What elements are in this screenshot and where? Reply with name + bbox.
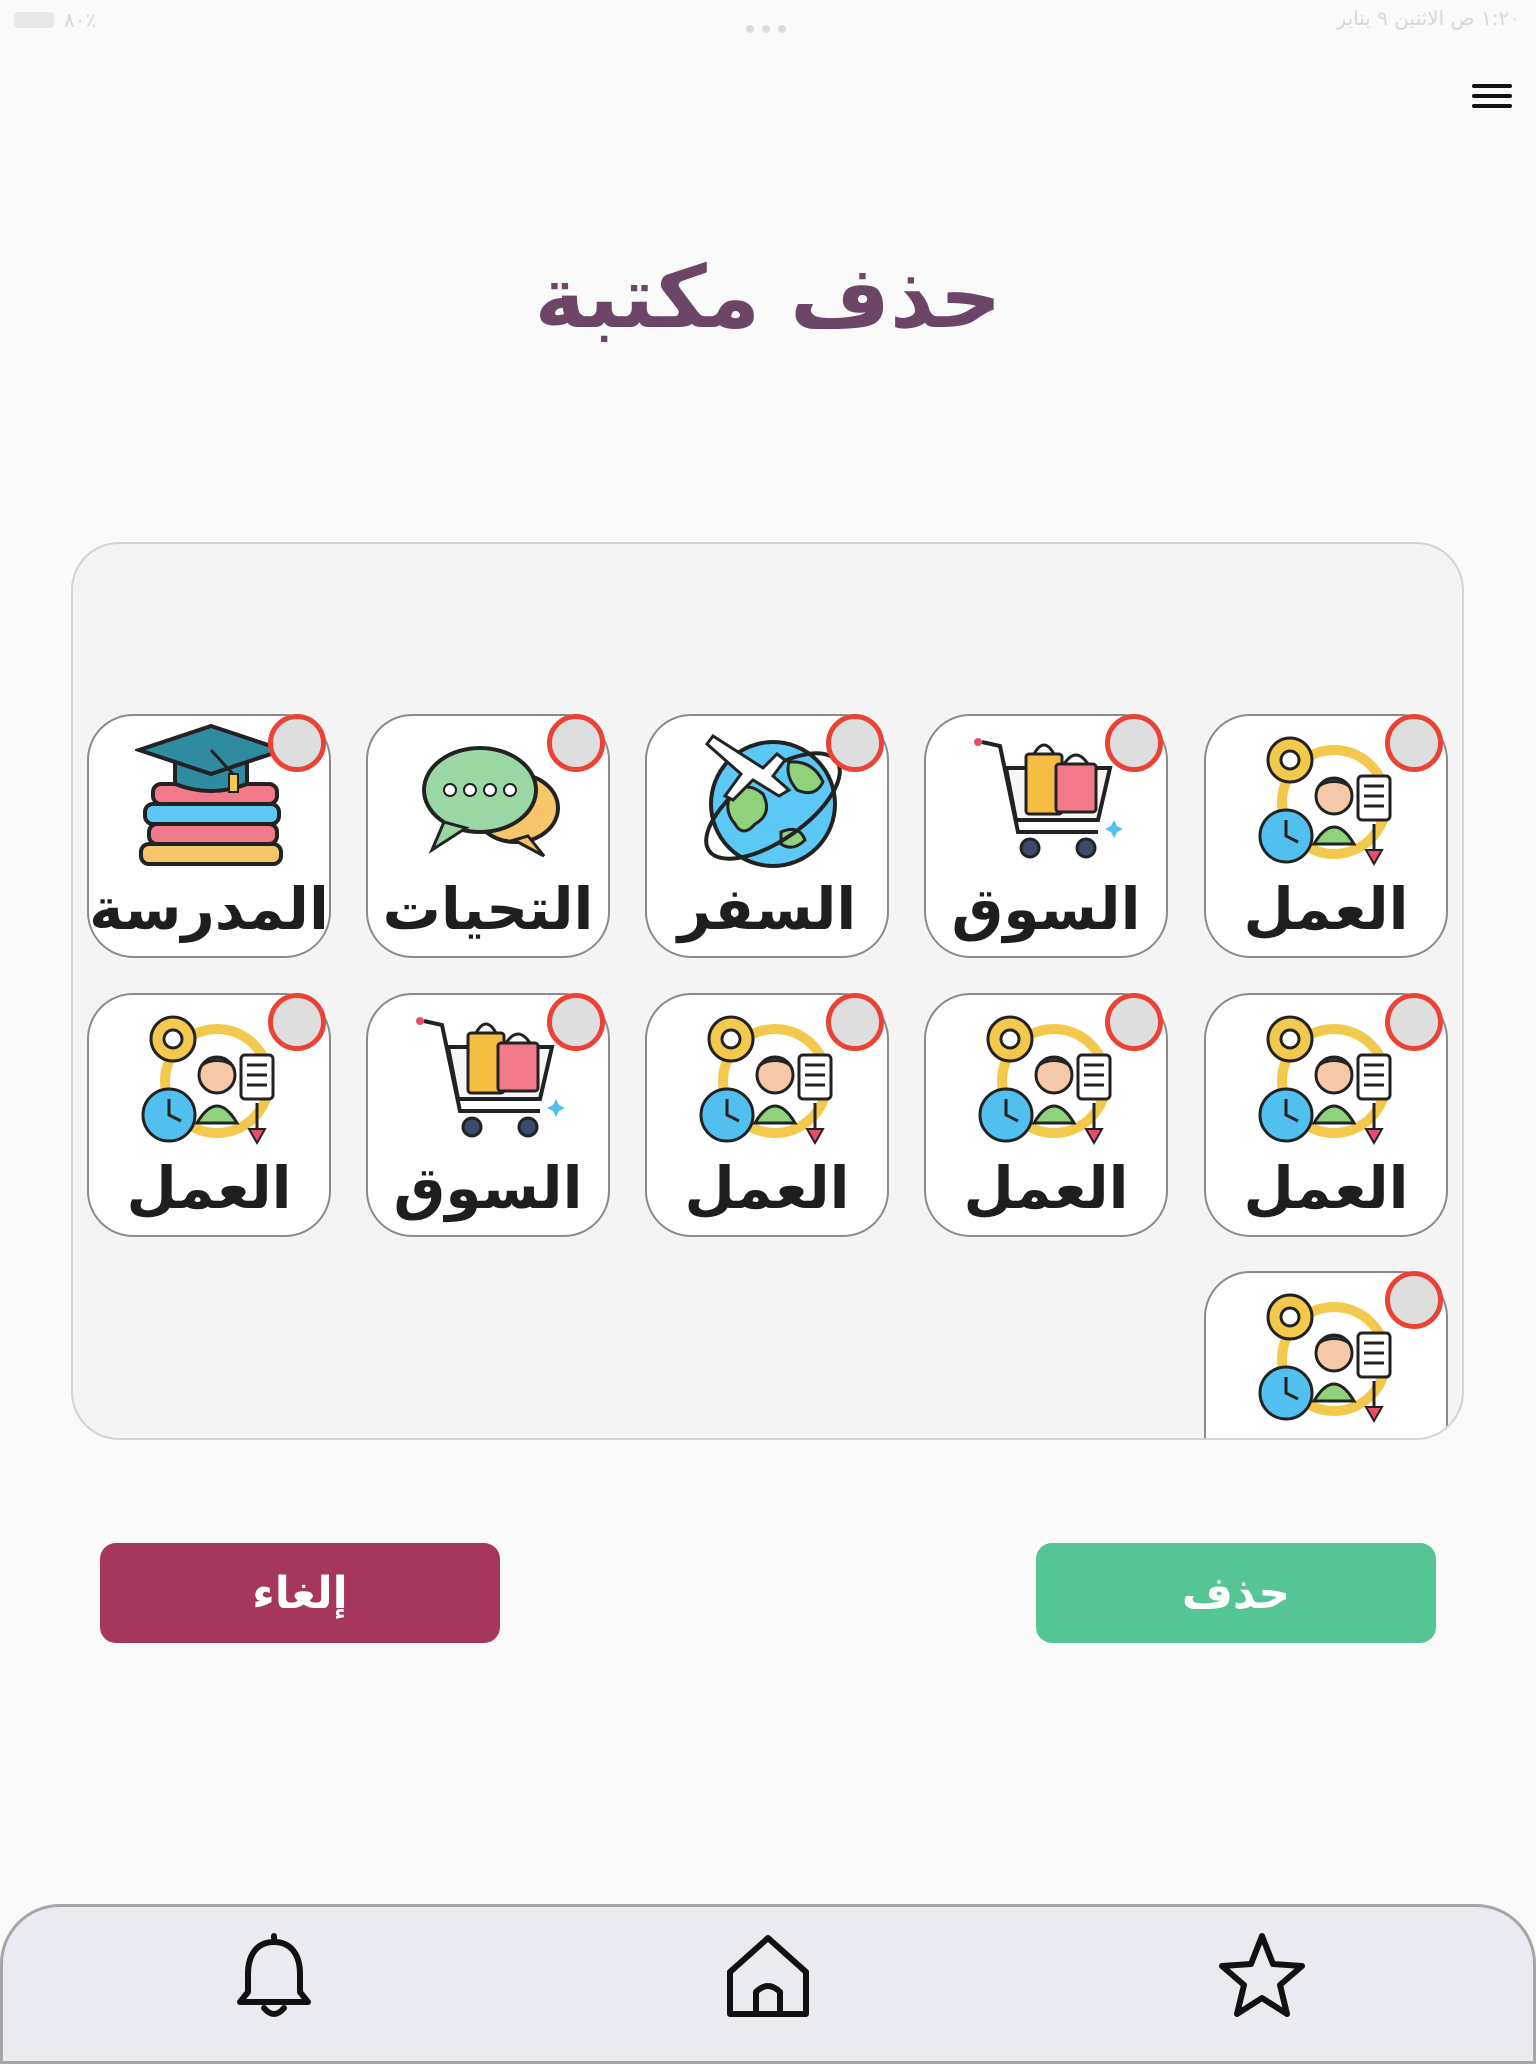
work-icon bbox=[972, 1003, 1122, 1153]
page-title: حذف مكتبة bbox=[534, 248, 1002, 348]
delete-button[interactable]: حذف bbox=[1036, 1543, 1436, 1643]
shopping-cart-icon bbox=[972, 724, 1123, 874]
school-books-icon bbox=[132, 723, 290, 874]
select-circle[interactable] bbox=[1385, 993, 1443, 1051]
select-circle[interactable] bbox=[1385, 1271, 1443, 1329]
library-label: السفر bbox=[677, 875, 857, 943]
menu-icon[interactable] bbox=[1470, 76, 1514, 116]
status-left: ٨٠٪ bbox=[14, 8, 96, 32]
status-bar: ٨٠٪ ١:٢٠ ص الاثنين ٩ يناير bbox=[0, 0, 1536, 40]
multitask-dots[interactable] bbox=[742, 14, 794, 33]
chat-bubbles-icon bbox=[414, 724, 564, 874]
library-label: العمل bbox=[126, 1154, 292, 1222]
star-icon[interactable] bbox=[1214, 1928, 1310, 2024]
library-label: السوق bbox=[393, 1154, 583, 1222]
select-circle[interactable] bbox=[826, 714, 884, 772]
select-circle[interactable] bbox=[547, 714, 605, 772]
work-icon bbox=[1252, 724, 1402, 874]
library-label: السوق bbox=[951, 875, 1141, 943]
cancel-button[interactable]: إلغاء bbox=[100, 1543, 500, 1643]
work-icon bbox=[693, 1003, 843, 1153]
library-grid: العمل السوق السفر التحيات المدرسة العمل bbox=[71, 542, 1464, 1440]
travel-globe-icon bbox=[693, 724, 843, 874]
library-label: العمل bbox=[963, 1154, 1129, 1222]
select-circle[interactable] bbox=[547, 993, 605, 1051]
select-circle[interactable] bbox=[1105, 993, 1163, 1051]
status-time-date: ١:٢٠ ص الاثنين ٩ يناير bbox=[1336, 6, 1520, 30]
work-icon bbox=[135, 1003, 285, 1153]
home-icon[interactable] bbox=[720, 1928, 816, 2024]
library-label: العمل bbox=[1243, 1154, 1409, 1222]
library-label: المدرسة bbox=[89, 875, 329, 943]
work-icon bbox=[1252, 1003, 1402, 1153]
select-circle[interactable] bbox=[268, 993, 326, 1051]
bell-icon[interactable] bbox=[226, 1928, 322, 2024]
library-label: التحيات bbox=[382, 875, 594, 943]
library-label: العمل bbox=[1243, 875, 1409, 943]
select-circle[interactable] bbox=[1105, 714, 1163, 772]
select-circle[interactable] bbox=[826, 993, 884, 1051]
work-icon bbox=[1252, 1281, 1402, 1431]
battery-level: ٨٠٪ bbox=[64, 8, 97, 32]
battery-icon bbox=[14, 12, 54, 28]
shopping-cart-icon bbox=[414, 1003, 565, 1153]
library-label: العمل bbox=[684, 1154, 850, 1222]
select-circle[interactable] bbox=[1385, 714, 1443, 772]
select-circle[interactable] bbox=[268, 714, 326, 772]
